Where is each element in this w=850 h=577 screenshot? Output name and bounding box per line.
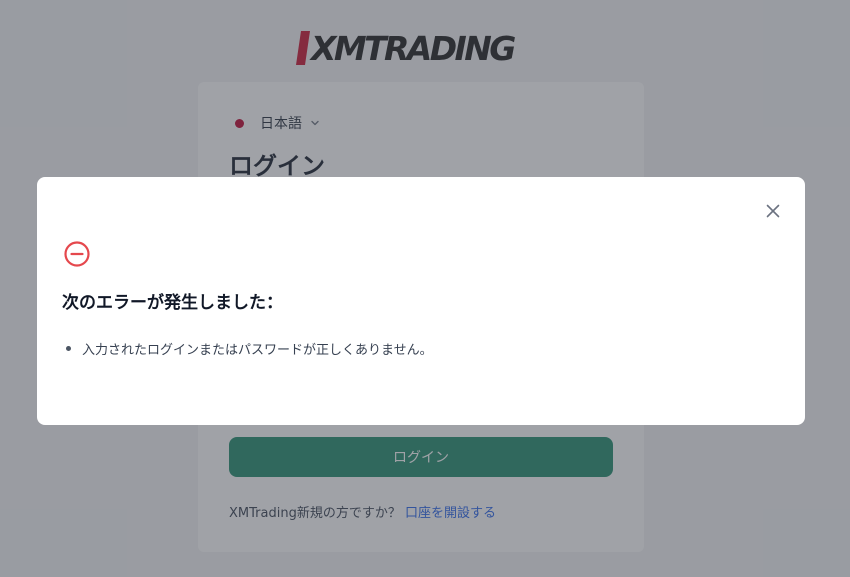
close-icon	[766, 204, 780, 218]
error-title: 次のエラーが発生しました：	[62, 293, 283, 313]
error-dialog: 次のエラーが発生しました： 入力されたログインまたはパスワードが正しくありません…	[37, 177, 805, 425]
minus-circle-icon	[64, 241, 90, 267]
close-button[interactable]	[763, 201, 783, 221]
error-list: 入力されたログインまたはパスワードが正しくありません。	[66, 339, 433, 358]
error-message: 入力されたログインまたはパスワードが正しくありません。	[66, 339, 433, 358]
